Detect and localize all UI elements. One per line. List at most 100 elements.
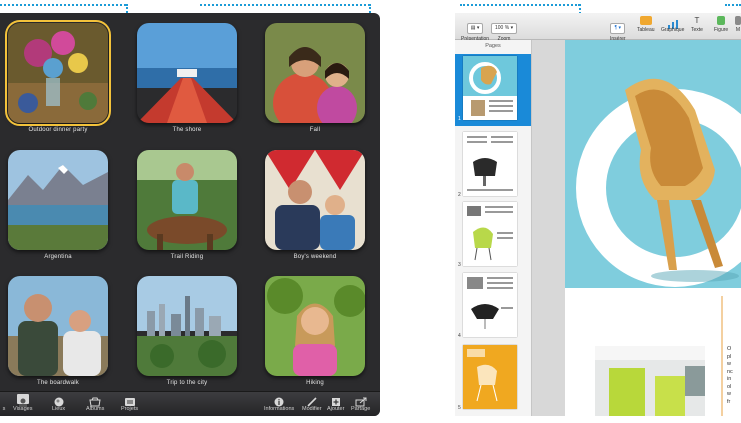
text-line: O	[727, 346, 732, 352]
event-tile[interactable]: The shore	[137, 23, 237, 133]
callout-line-left	[0, 4, 126, 6]
callout-line-mid	[200, 4, 370, 6]
boardwalk-photo	[8, 276, 108, 376]
text-button[interactable]: T Texte	[691, 16, 703, 33]
iphoto-window: Outdoor dinner party The shore Fall Arge…	[0, 13, 380, 416]
event-tile[interactable]: Trip to the city	[137, 276, 237, 386]
toolbar-info-button[interactable]: Informations	[264, 394, 294, 412]
pier-photo	[137, 23, 237, 123]
zoom-control[interactable]: 100 % ▾ Zoom	[491, 16, 518, 42]
document-canvas: O pl w nc in ol w fr	[532, 40, 741, 416]
text-line: nc	[727, 368, 733, 375]
family-photo	[265, 23, 365, 123]
event-tile[interactable]: Boy's weekend	[265, 150, 365, 260]
city-photo	[137, 276, 237, 376]
event-tile[interactable]: Hiking	[265, 276, 365, 386]
toolbar-share-button[interactable]: Partage	[351, 394, 370, 412]
toolbar-faces-button[interactable]: Visages	[13, 394, 32, 412]
event-thumbnail[interactable]	[265, 150, 365, 250]
event-label: The boardwalk	[37, 380, 79, 386]
text-line: w	[727, 361, 731, 367]
toolbar-add-button[interactable]: Ajouter	[327, 394, 344, 412]
lounge-chair-page-thumbnail	[467, 136, 513, 191]
zoom-select[interactable]: 100 % ▾	[491, 23, 518, 34]
info-icon	[273, 394, 285, 407]
callout-line-far	[725, 4, 741, 6]
callout-line-pages	[460, 4, 580, 6]
page-thumbnail-selected[interactable]	[463, 56, 517, 120]
text-line: fr	[727, 398, 731, 405]
toolbar-places-button[interactable]: Lieux	[52, 394, 65, 412]
text-line: pl	[727, 353, 732, 360]
body-text-column: O pl w nc in ol w fr	[727, 346, 741, 406]
event-label: The shore	[172, 127, 202, 133]
chart-label: Graphique	[661, 27, 685, 33]
page-thumbnail[interactable]	[463, 345, 517, 409]
event-tile[interactable]: Argentina	[8, 150, 108, 260]
media-icon	[735, 16, 741, 25]
view-menu[interactable]: ▤ ▾	[466, 23, 484, 34]
document-page[interactable]: O pl w nc in ol w fr	[565, 40, 741, 416]
faces-icon	[16, 394, 29, 407]
places-icon	[53, 394, 65, 407]
chair-hero-image	[565, 40, 741, 416]
event-tile[interactable]: Trail Riding	[137, 150, 237, 260]
page-number: 2	[458, 192, 461, 198]
event-thumbnail[interactable]	[265, 23, 365, 123]
toolbar-edit-button[interactable]: Modifier	[302, 394, 322, 412]
grid-icon	[0, 394, 10, 404]
event-thumbnail[interactable]	[8, 150, 108, 250]
event-tile[interactable]: Fall	[265, 23, 365, 133]
zoom-value: 100 %	[495, 25, 510, 31]
toolbar-events-button[interactable]: s	[0, 394, 10, 412]
yellow-chair-page-thumbnail	[467, 349, 498, 402]
event-label: Argentina	[44, 254, 72, 260]
table-icon	[639, 16, 652, 25]
event-thumbnail[interactable]	[137, 276, 237, 376]
page-thumbnails-sidebar: Pages 1 2 3 4 5	[455, 40, 532, 416]
pages-window: ▤ ▾ Présentation 100 % ▾ Zoom ¶ ▾ Insére…	[455, 13, 741, 416]
media-button[interactable]: M	[735, 16, 741, 33]
share-icon	[355, 394, 367, 407]
shape-icon	[717, 16, 726, 25]
page-thumbnail[interactable]	[463, 273, 517, 337]
page-thumbnail[interactable]	[463, 132, 517, 196]
girl-hiking-photo	[265, 276, 365, 376]
page-number: 5	[458, 405, 461, 411]
page-number: 1	[458, 116, 461, 122]
event-label: Outdoor dinner party	[28, 127, 88, 133]
table-button[interactable]: Tableau	[637, 16, 655, 33]
mountain-lake-photo	[8, 150, 108, 250]
event-tile[interactable]: Outdoor dinner party	[5, 20, 111, 133]
toolbar-albums-button[interactable]: Albums	[86, 394, 104, 412]
view-button[interactable]: ▤ ▾ Présentation	[461, 16, 489, 42]
shape-button[interactable]: Figure	[714, 16, 728, 33]
event-thumbnail-selected[interactable]	[5, 20, 111, 126]
page-thumbnail[interactable]	[463, 202, 517, 266]
chart-button[interactable]: Graphique	[661, 16, 684, 33]
toolbar-label: s	[2, 406, 6, 412]
text-line: w	[727, 391, 731, 397]
events-grid: Outdoor dinner party The shore Fall Arge…	[0, 13, 380, 393]
iphoto-toolbar: s Visages Lieux Albums Projets Informati…	[0, 391, 380, 416]
insert-button[interactable]: ¶ ▾ Insérer	[610, 16, 626, 42]
event-thumbnail[interactable]	[137, 150, 237, 250]
text-icon: T	[694, 16, 700, 25]
albums-icon	[89, 394, 101, 407]
text-label: Texte	[691, 27, 703, 33]
media-label: M	[735, 27, 741, 33]
father-son-photo	[265, 150, 365, 250]
projects-icon	[124, 394, 136, 406]
toolbar-projects-button[interactable]: Projets	[121, 394, 138, 412]
shape-label: Figure	[714, 27, 729, 33]
event-thumbnail[interactable]	[265, 276, 365, 376]
event-tile[interactable]: The boardwalk	[8, 276, 108, 386]
event-thumbnail[interactable]	[137, 23, 237, 123]
page-number: 3	[458, 262, 461, 268]
event-label: Hiking	[306, 380, 324, 386]
horse-ride-photo	[137, 150, 237, 250]
insert-menu[interactable]: ¶ ▾	[610, 23, 626, 34]
green-chair-page-thumbnail	[467, 206, 513, 261]
event-thumbnail[interactable]	[8, 276, 108, 376]
sidebar-title: Pages	[485, 43, 501, 49]
